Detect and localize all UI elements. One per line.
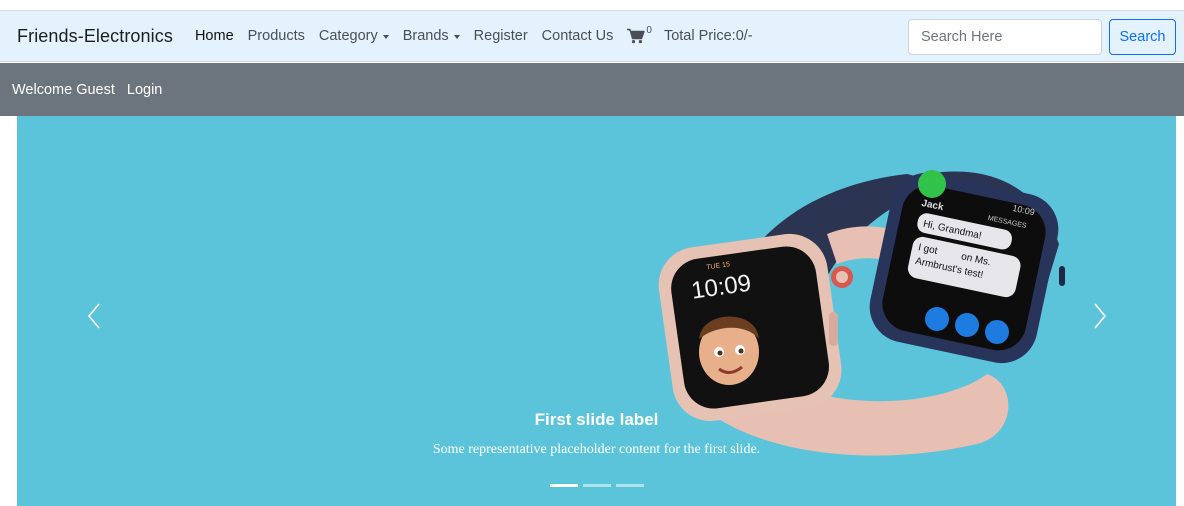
- nav-brands-dropdown[interactable]: Brands: [403, 28, 460, 44]
- total-price: Total Price:0/-: [663, 28, 753, 44]
- carousel-indicator-2[interactable]: [583, 484, 611, 487]
- welcome-text: Welcome Guest: [12, 81, 115, 98]
- hero-carousel: TUE 15 10:09 Jack MESSAGES 10:09 Hi, Gra…: [17, 116, 1176, 506]
- carousel-prev-button[interactable]: [79, 296, 109, 336]
- nav-brands-label: Brands: [402, 28, 449, 44]
- carousel-indicators: [550, 484, 649, 487]
- carousel-indicator-1[interactable]: [550, 484, 578, 487]
- user-bar: Welcome Guest Login: [0, 63, 1184, 116]
- nav-category-dropdown[interactable]: Category: [319, 28, 389, 44]
- nav-category-label: Category: [318, 28, 378, 44]
- top-navbar: Friends-Electronics Home Products Catego…: [0, 10, 1184, 62]
- caret-down-icon: [382, 34, 389, 39]
- cart-count-badge: 0: [646, 25, 652, 36]
- nav-contact-us[interactable]: Contact Us: [542, 28, 614, 44]
- slide-caption-text: Some representative placeholder content …: [432, 442, 761, 457]
- carousel-next-button[interactable]: [1085, 296, 1115, 336]
- nav-links: Home Products Category Brands Register C…: [195, 25, 767, 44]
- search-input[interactable]: [908, 19, 1102, 55]
- chevron-left-icon: [87, 303, 100, 329]
- slide-caption-title: First slide label: [534, 410, 659, 429]
- brand-logo[interactable]: Friends-Electronics: [17, 26, 173, 47]
- nav-products[interactable]: Products: [248, 28, 305, 44]
- chevron-right-icon: [1094, 303, 1107, 329]
- caret-down-icon: [453, 34, 460, 39]
- search-button[interactable]: Search: [1109, 19, 1176, 55]
- cart-link[interactable]: 0: [627, 25, 652, 44]
- nav-register[interactable]: Register: [474, 28, 528, 44]
- cart-icon: [627, 28, 646, 44]
- login-link[interactable]: Login: [127, 82, 162, 98]
- nav-home[interactable]: Home: [195, 28, 234, 44]
- carousel-indicator-3[interactable]: [616, 484, 644, 487]
